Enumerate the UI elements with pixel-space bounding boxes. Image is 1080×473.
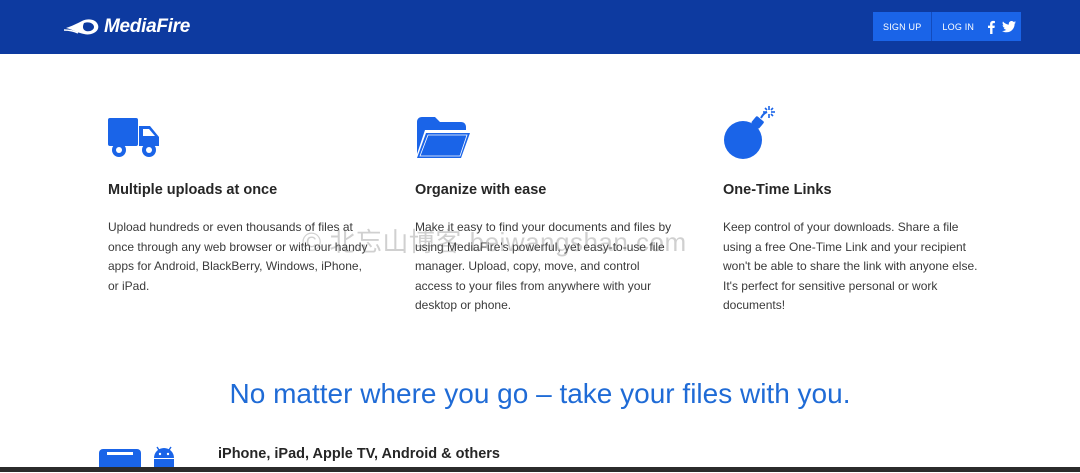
feature-one-time-links: One-Time Links Keep control of your down…: [723, 106, 983, 316]
sign-up-button[interactable]: SIGN UP: [873, 12, 931, 41]
brand-name: MediaFire: [104, 16, 190, 37]
truck-icon: [108, 110, 368, 162]
feature-title: One-Time Links: [723, 182, 832, 198]
feature-organize: Organize with ease Make it easy to find …: [415, 110, 675, 316]
facebook-icon[interactable]: [986, 20, 996, 34]
auth-group: SIGN UP LOG IN: [873, 12, 1021, 41]
log-in-button[interactable]: LOG IN: [932, 12, 984, 41]
device-icons: [99, 446, 177, 471]
flame-logo-icon: [64, 19, 99, 35]
feature-multiple-uploads: Multiple uploads at once Upload hundreds…: [108, 110, 368, 296]
twitter-icon[interactable]: [1002, 20, 1017, 33]
tablet-icon: [99, 449, 141, 471]
bottom-edge: [0, 467, 1080, 472]
social-links: [986, 20, 1017, 34]
section-headline: No matter where you go – take your files…: [229, 378, 851, 409]
divider: [931, 12, 933, 41]
bomb-icon: [723, 106, 983, 162]
feature-description: Keep control of your downloads. Share a …: [723, 220, 978, 313]
mediafire-logo[interactable]: MediaFire: [64, 13, 190, 41]
folder-icon: [415, 110, 675, 162]
feature-title: Multiple uploads at once: [108, 182, 278, 198]
feature-title: Organize with ease: [415, 182, 547, 198]
devices-title: iPhone, iPad, Apple TV, Android & others: [218, 446, 500, 462]
top-navigation-bar: MediaFire SIGN UP LOG IN: [0, 0, 1080, 54]
watermark: © 北忘山博客 beiwangshan.com: [302, 227, 687, 257]
android-icon: [154, 446, 175, 469]
